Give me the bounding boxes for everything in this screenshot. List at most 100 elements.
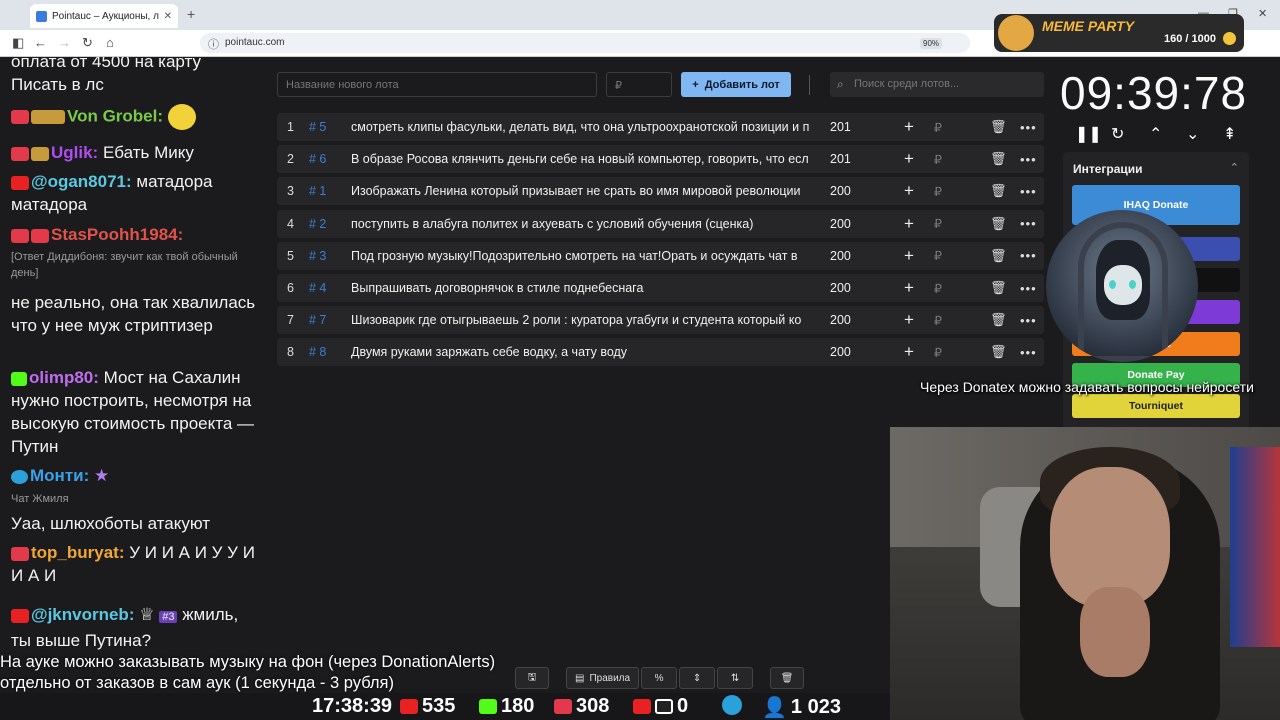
home-icon[interactable]: ⌂ [106,35,114,50]
chat-message: не реально, она так хвалилась что у нее … [11,293,256,335]
lot-row[interactable]: 4 # 2 поступить в алабуга политех и ахуева… [277,209,1044,238]
lot-title[interactable]: Выпрашивать договорнячок в стиле поднебе… [351,281,813,295]
lot-title[interactable]: Двумя руками заряжать себе водку, а чату… [351,345,813,359]
donatex-overlay-text: Через Donatex можно задавать вопросы ней… [920,379,1254,395]
timer-up-icon[interactable]: ⌃ [1149,124,1162,144]
url-text: pointauc.com [225,37,285,48]
more-options-icon[interactable]: ••• [1020,120,1037,135]
lot-amount[interactable]: 200 [830,184,851,198]
ruble-input[interactable]: ₽ [934,313,942,328]
rules-button[interactable]: ▤ Правила [566,667,640,689]
add-amount-icon[interactable]: + [904,246,914,266]
crown-icon: ♕ [139,605,155,624]
double-up-icon[interactable]: ⇞ [1223,124,1236,144]
telegram-icon [11,469,28,484]
browser-tab[interactable]: Pointauc – Аукционы, лотереи ✕ [30,4,178,28]
clear-icon[interactable]: 🗑 [770,667,805,689]
lot-title[interactable]: В образе Росова клянчить деньги себе на … [351,152,813,166]
lot-row[interactable]: 8 # 8 Двумя руками заряжать себе водку, а … [277,338,1044,367]
more-options-icon[interactable]: ••• [1020,184,1037,199]
add-amount-icon[interactable]: + [904,342,914,362]
add-amount-icon[interactable]: + [904,310,914,330]
lot-amount[interactable]: 200 [830,313,851,327]
new-tab-icon[interactable]: + [187,6,195,22]
zoom-indicator[interactable]: 90% [920,38,943,49]
lot-title[interactable]: поступить в алабуга политех и ахуевать с… [351,217,813,231]
site-info-icon[interactable]: ⓘ [208,36,219,52]
telegram-indicator [722,695,742,715]
ruble-input[interactable]: ₽ [934,120,942,135]
more-options-icon[interactable]: ••• [1020,281,1037,296]
kick-icon [11,371,27,386]
delete-icon[interactable]: 🗑 [990,312,1007,328]
delete-icon[interactable]: 🗑 [990,248,1007,264]
delete-icon[interactable]: 🗑 [990,183,1007,199]
save-icon[interactable]: 🖫 [515,667,549,689]
lot-amount[interactable]: 200 [830,345,851,359]
lot-amount-input[interactable]: ₽ [606,72,672,97]
ruble-input[interactable]: ₽ [934,216,942,231]
back-icon[interactable]: ← [34,35,47,50]
lot-title[interactable]: Изображать Ленина который призывает не с… [351,184,813,198]
more-options-icon[interactable]: ••• [1020,216,1037,231]
lot-title[interactable]: Шизоварик где отыгрываешь 2 роли : курат… [351,313,813,327]
delete-icon[interactable]: 🗑 [990,151,1007,167]
lot-amount[interactable]: 200 [830,281,851,295]
sidebar-icon[interactable]: ◧ [12,35,24,51]
more-options-icon[interactable]: ••• [1020,313,1037,328]
close-window-icon[interactable]: ✕ [1258,7,1267,20]
lot-row[interactable]: 7 # 7 Шизоварик где отыгрываешь 2 роли : к… [277,306,1044,335]
lot-search-input[interactable]: ⌕ Поиск среди лотов... [830,72,1044,97]
lot-row[interactable]: 6 # 4 Выпрашивать договорнячок в стиле под… [277,274,1044,302]
lot-row[interactable]: 5 # 3 Под грозную музыку!Подозрительно смо… [277,241,1044,270]
integration-button[interactable]: Tourniquet [1072,394,1240,418]
forward-icon[interactable]: → [58,35,71,50]
add-amount-icon[interactable]: + [904,149,914,169]
more-options-icon[interactable]: ••• [1020,248,1037,263]
percent-icon[interactable]: % [641,667,678,689]
split-icon[interactable]: ⇕ [679,667,716,689]
kick-icon [479,699,497,714]
delete-icon[interactable]: 🗑 [990,344,1007,360]
lot-amount[interactable]: 201 [830,120,851,134]
add-amount-icon[interactable]: + [904,117,914,137]
lot-title[interactable]: Под грозную музыку!Подозрительно смотрет… [351,249,813,263]
delete-icon[interactable]: 🗑 [990,216,1007,232]
ruble-input[interactable]: ₽ [934,184,942,199]
ruble-input[interactable]: ₽ [934,248,942,263]
add-amount-icon[interactable]: + [904,181,914,201]
lot-amount[interactable]: 200 [830,249,851,263]
lot-id: # 4 [309,281,327,295]
lot-amount[interactable]: 200 [830,217,851,231]
more-options-icon[interactable]: ••• [1020,345,1037,360]
add-amount-icon[interactable]: + [904,278,914,298]
ruble-input[interactable]: ₽ [934,281,942,296]
close-tab-icon[interactable]: ✕ [164,11,172,22]
lot-name-input[interactable]: Название нового лота [277,72,597,97]
avatar-eye [1109,280,1116,289]
chat-message: olimp80: Мост на Сахалин нужно построить… [11,366,261,458]
integration-label: IHAQ Donate [1123,199,1189,211]
delete-icon[interactable]: 🗑 [990,119,1007,135]
add-lot-button[interactable]: + Добавить лот [681,72,791,97]
lot-row[interactable]: 2 # 6 В образе Росова клянчить деньги себе… [277,145,1044,174]
rutube-viewers: 0 [633,695,688,718]
reload-icon[interactable]: ↻ [82,35,93,51]
delete-icon[interactable]: 🗑 [990,280,1007,296]
pause-icon[interactable]: ❚❚ [1075,124,1102,144]
lot-amount[interactable]: 201 [830,152,851,166]
chevron-up-icon[interactable]: ⌃ [1230,161,1239,174]
reset-icon[interactable]: ↻ [1111,124,1124,144]
lot-title[interactable]: смотреть клипы фасульки, делать вид, что… [351,120,813,134]
sort-icon[interactable]: ⇅ [717,667,754,689]
search-placeholder: Поиск среди лотов... [854,78,960,90]
add-amount-icon[interactable]: + [904,214,914,234]
lot-index: 4 [287,216,294,231]
lot-row[interactable]: 3 # 1 Изображать Ленина который призывает … [277,177,1044,206]
lot-row[interactable]: 1 # 5 смотреть клипы фасульки, делать вид,… [277,113,1044,141]
ruble-input[interactable]: ₽ [934,345,942,360]
url-field[interactable]: ⓘ pointauc.com [200,33,970,53]
timer-down-icon[interactable]: ⌄ [1186,124,1199,144]
ruble-input[interactable]: ₽ [934,152,942,167]
more-options-icon[interactable]: ••• [1020,152,1037,167]
